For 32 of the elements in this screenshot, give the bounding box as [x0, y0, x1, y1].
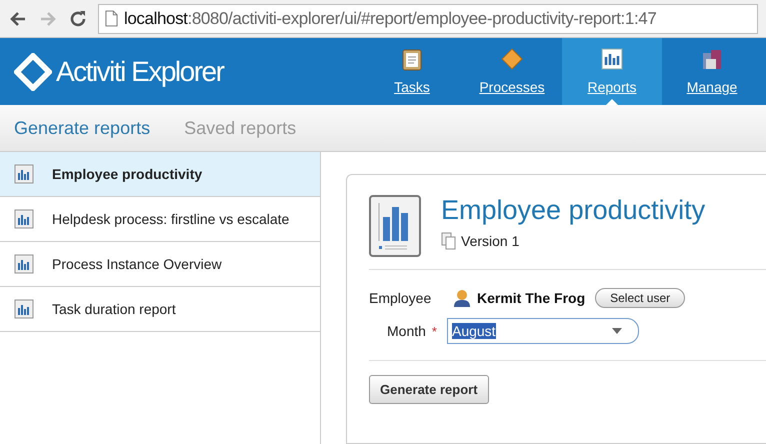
address-bar[interactable]: localhost:8080/activiti-explorer/ui/#report/employee-productivity-report:1:47 — [98, 4, 758, 34]
logo[interactable]: Activiti Explorer — [0, 38, 224, 105]
tab[interactable]: Generate reports — [14, 118, 150, 138]
copies-icon — [441, 232, 457, 250]
bar-chart-icon — [14, 299, 34, 319]
clipboard-icon — [400, 47, 424, 71]
nav-tab[interactable]: Tasks — [362, 38, 462, 105]
bar-chart-icon — [14, 254, 34, 274]
nav-tab[interactable]: Reports — [562, 38, 662, 105]
reload-icon[interactable] — [68, 8, 88, 28]
version-label: Version 1 — [461, 233, 520, 249]
report-title: Employee productivity — [441, 195, 706, 226]
nav-tab[interactable]: Processes — [462, 38, 562, 105]
month-dropdown[interactable]: August — [446, 318, 639, 344]
report-list-item[interactable]: Process Instance Overview — [0, 242, 320, 287]
caret-icon — [612, 328, 622, 334]
bar-chart-icon — [14, 209, 34, 229]
report-list-item[interactable]: Task duration report — [0, 287, 320, 332]
field-label: Month — [387, 323, 426, 339]
generate-report-button[interactable]: Generate report — [369, 375, 489, 404]
field-label: Employee — [369, 290, 432, 306]
required-mark: * — [432, 324, 437, 338]
select-user-button[interactable]: Select user — [595, 288, 686, 308]
report-list-item[interactable]: Employee productivity — [0, 152, 320, 197]
nav-tab[interactable]: Manage — [662, 38, 762, 105]
bar-chart-icon — [600, 47, 624, 71]
bar-chart-icon — [14, 164, 34, 184]
report-list-item[interactable]: Helpdesk process: firstline vs escalate — [0, 197, 320, 242]
user-icon — [453, 289, 471, 307]
cabinet-icon — [700, 47, 724, 71]
bar-chart-icon — [369, 195, 421, 257]
user-name: Kermit The Frog — [477, 290, 586, 306]
